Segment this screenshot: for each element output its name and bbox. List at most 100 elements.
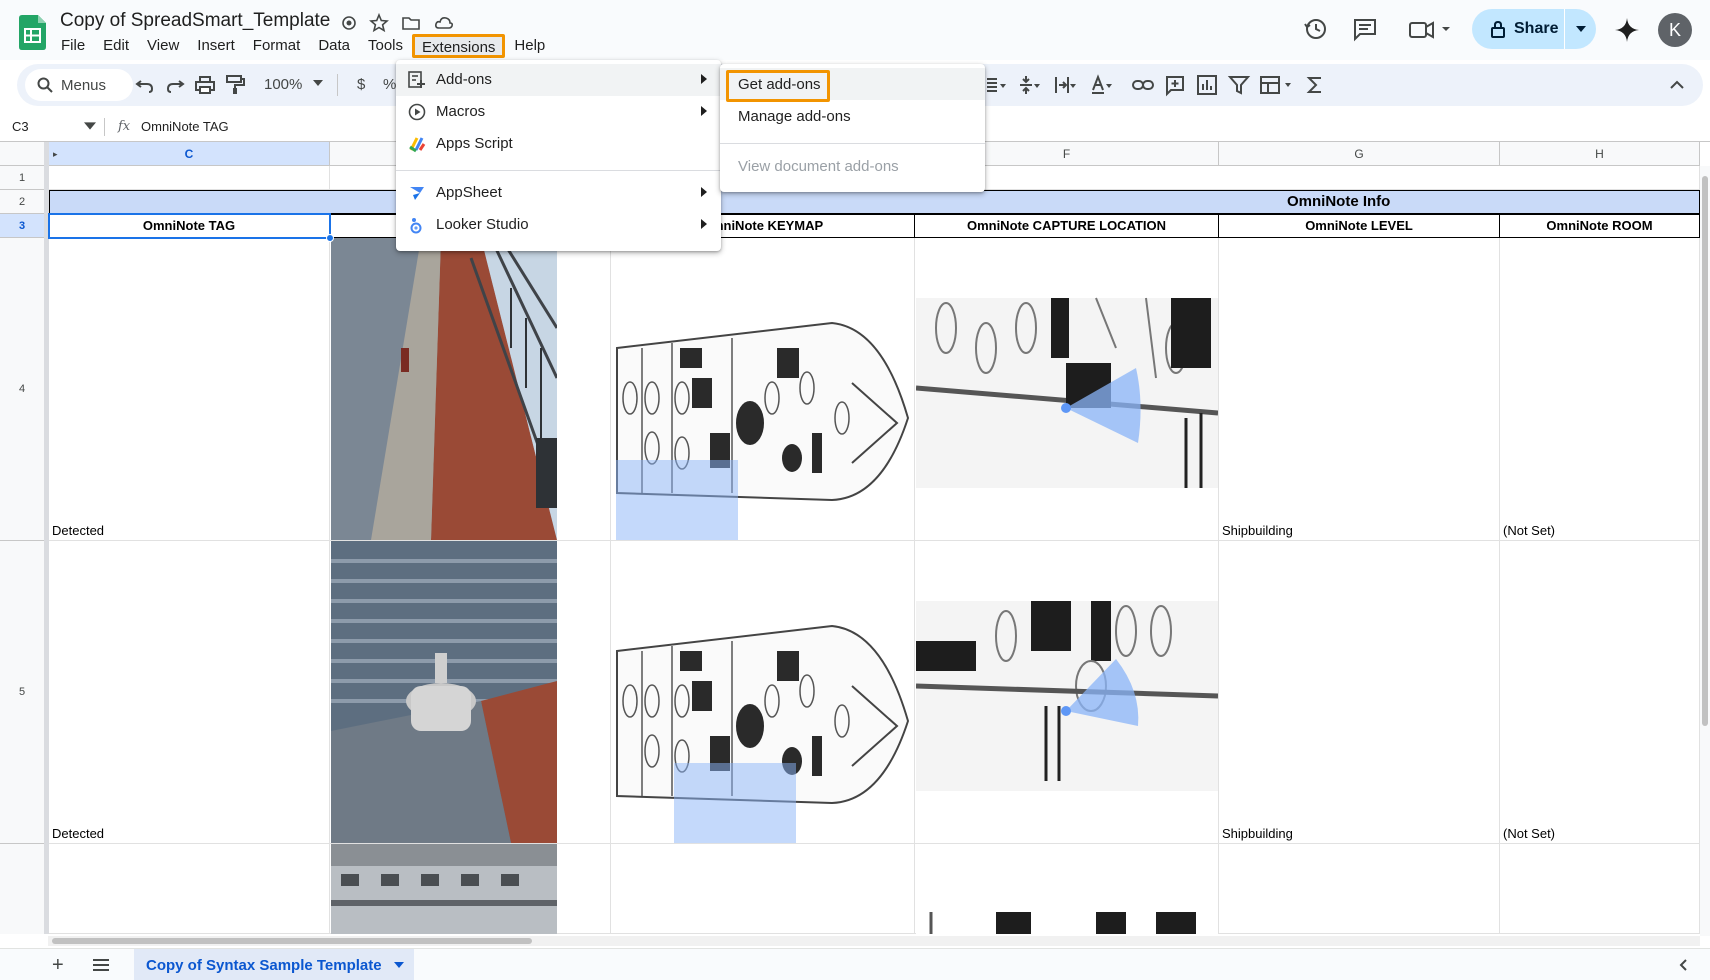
deck-equipment-photo[interactable]	[331, 541, 557, 843]
redo-icon[interactable]	[163, 73, 187, 97]
vertical-scrollbar[interactable]	[1700, 166, 1710, 936]
submenu-item-view-document-add-ons[interactable]: View document add-ons	[720, 150, 985, 182]
paint-format-icon[interactable]	[223, 73, 247, 97]
add-sheet-icon[interactable]: +	[52, 954, 64, 977]
menu-file[interactable]: File	[52, 34, 94, 58]
account-avatar[interactable]: K	[1658, 13, 1692, 47]
row-header-3[interactable]: 3	[0, 214, 44, 238]
capture-location-image-row5[interactable]	[916, 541, 1218, 843]
fill-handle[interactable]	[326, 234, 334, 242]
sheet-tab-active[interactable]: Copy of Syntax Sample Template	[134, 949, 414, 980]
vertical-align-icon[interactable]	[1017, 73, 1041, 97]
deck-machinery-photo[interactable]	[331, 844, 557, 934]
header-cell-level[interactable]: OmniNote LEVEL	[1219, 214, 1500, 238]
filter-views-icon[interactable]	[1259, 73, 1295, 97]
horizontal-align-icon[interactable]	[983, 73, 1007, 97]
currency-format-button[interactable]: $	[357, 76, 365, 93]
keymap-image-row5[interactable]	[612, 541, 914, 843]
cell-level-row4[interactable]: Shipbuilding	[1219, 238, 1500, 541]
keymap-image-row4[interactable]	[612, 238, 914, 540]
cell-room-row6[interactable]	[1500, 844, 1700, 934]
menu-item-add-ons[interactable]: Add-ons	[396, 64, 721, 96]
horizontal-scrollbar-thumb[interactable]	[52, 938, 532, 944]
cell-room-row5[interactable]: (Not Set)	[1500, 541, 1700, 844]
row-header-4[interactable]: 4	[0, 238, 44, 541]
row-header-1[interactable]: 1	[0, 166, 44, 190]
submenu-item-manage-add-ons[interactable]: Manage add-ons	[720, 100, 985, 132]
sheet-tab-caret-icon[interactable]	[393, 962, 404, 968]
name-box[interactable]: C3	[12, 119, 29, 134]
undo-icon[interactable]	[133, 73, 157, 97]
menu-edit[interactable]: Edit	[94, 34, 138, 58]
menu-view[interactable]: View	[138, 34, 188, 58]
row-header-5[interactable]: 5	[0, 541, 44, 844]
cloud-status-icon[interactable]	[433, 12, 455, 34]
document-title[interactable]: Copy of SpreadSmart_Template	[60, 10, 330, 32]
explore-collapse-icon[interactable]	[1675, 957, 1691, 973]
version-history-icon[interactable]	[1301, 14, 1331, 44]
deck-walkway-photo[interactable]	[331, 238, 557, 540]
menu-extensions[interactable]: Extensions	[412, 34, 506, 58]
merged-header-omninote-info[interactable]: OmniNote Info	[49, 190, 1700, 214]
insert-comment-icon[interactable]	[1163, 73, 1187, 97]
sheet-grid[interactable]: ▸ C F G H 1 2 3 4 5 OmniNote Info OmniNo…	[0, 142, 1700, 934]
menu-format[interactable]: Format	[244, 34, 310, 58]
menus-search-button[interactable]: Menus	[25, 69, 133, 101]
share-dropdown-button[interactable]	[1564, 9, 1596, 49]
row-header-2[interactable]: 2	[0, 190, 44, 214]
menu-data[interactable]: Data	[309, 34, 359, 58]
all-sheets-menu-icon[interactable]	[92, 957, 110, 973]
menu-item-appsheet[interactable]: AppSheet	[396, 177, 721, 209]
cell-room-row4[interactable]: (Not Set)	[1500, 238, 1700, 541]
select-all-corner[interactable]	[0, 142, 49, 166]
comments-icon[interactable]	[1350, 14, 1380, 44]
menu-tools[interactable]: Tools	[359, 34, 412, 58]
text-rotation-icon[interactable]	[1089, 73, 1113, 97]
capture-location-image-row6[interactable]	[916, 844, 1218, 934]
horizontal-scrollbar[interactable]	[48, 936, 1700, 946]
cell-level-row5[interactable]: Shipbuilding	[1219, 541, 1500, 844]
capture-location-image-row4[interactable]	[916, 238, 1218, 540]
menu-item-macros[interactable]: Macros	[396, 96, 721, 128]
filter-icon[interactable]	[1227, 73, 1251, 97]
text-wrapping-icon[interactable]	[1053, 73, 1077, 97]
sheets-logo-icon[interactable]	[19, 15, 46, 50]
header-cell-room[interactable]: OmniNote ROOM	[1500, 214, 1700, 238]
percent-format-button[interactable]: %	[383, 76, 396, 93]
collapse-toolbar-icon[interactable]	[1665, 73, 1689, 97]
cell-level-row6[interactable]	[1219, 844, 1500, 934]
cell-tag-row6[interactable]	[49, 844, 330, 934]
menu-insert[interactable]: Insert	[188, 34, 244, 58]
submenu-item-get-add-ons[interactable]: Get add-ons	[720, 68, 985, 102]
column-header-g[interactable]: G	[1219, 142, 1500, 166]
share-button[interactable]: Share	[1472, 9, 1596, 49]
gemini-icon[interactable]	[1612, 15, 1642, 45]
cell-tag-row5[interactable]: Detected	[49, 541, 330, 844]
column-header-h[interactable]: H	[1500, 142, 1700, 166]
share-main-button[interactable]: Share	[1472, 9, 1564, 49]
move-folder-icon[interactable]	[400, 12, 422, 34]
functions-icon[interactable]	[1303, 73, 1327, 97]
header-cell-capture-location[interactable]: OmniNote CAPTURE LOCATION	[915, 214, 1219, 238]
insert-link-icon[interactable]	[1131, 73, 1155, 97]
meet-icon[interactable]	[1406, 14, 1454, 44]
column-expand-arrow-icon[interactable]: ▸	[53, 142, 58, 166]
menu-item-apps-script[interactable]: Apps Script	[396, 128, 721, 160]
name-box-caret-icon[interactable]	[84, 120, 96, 132]
menu-help[interactable]: Help	[505, 34, 554, 58]
formula-input[interactable]: OmniNote TAG	[141, 119, 229, 134]
vertical-scrollbar-thumb[interactable]	[1702, 176, 1708, 726]
cell-c1[interactable]	[49, 166, 330, 190]
row-header-6[interactable]	[0, 844, 44, 934]
agent-icon[interactable]	[338, 12, 360, 34]
zoom-select[interactable]: 100%	[264, 76, 302, 93]
column-header-c[interactable]: ▸ C	[49, 142, 330, 166]
print-icon[interactable]	[193, 73, 217, 97]
cell-tag-row4[interactable]: Detected	[49, 238, 330, 541]
cell-keymap-row6[interactable]	[611, 844, 915, 934]
star-icon[interactable]	[368, 12, 390, 34]
zoom-caret-icon[interactable]	[313, 78, 323, 88]
menu-item-looker-studio[interactable]: Looker Studio	[396, 209, 721, 241]
header-cell-tag[interactable]: OmniNote TAG	[49, 214, 330, 238]
insert-chart-icon[interactable]	[1195, 73, 1219, 97]
